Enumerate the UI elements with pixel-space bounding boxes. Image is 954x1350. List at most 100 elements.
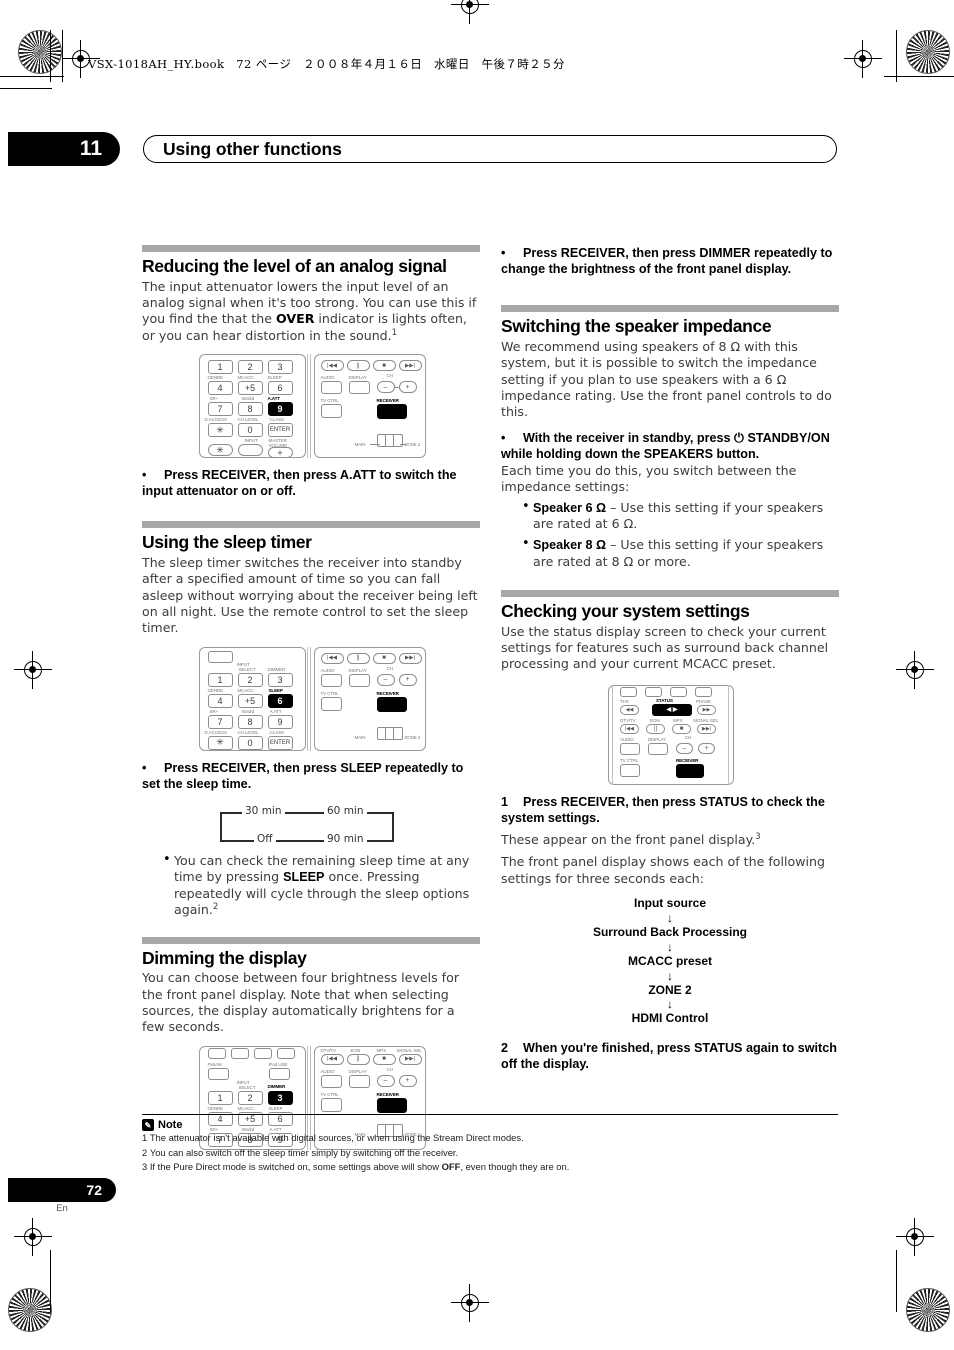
note-icon: ✎ [142,1119,154,1132]
note-heading-text: Note [158,1119,183,1132]
step-2-status: 2 When you're finished, press STATUS agai… [501,1040,839,1072]
cycle-label-off: Off [254,833,276,846]
remote-diagram-a-att: 1 2 3 GENRE MCACC SLEEP 4 +5 6 SR+ Stndr… [198,354,426,459]
section-title-checking: Checking your system settings [501,600,750,621]
crop-mark-tl-h2 [0,88,52,90]
cycle-label-30min: 30 min [242,805,285,818]
dimmer-key-label: DIMMER [267,1083,286,1089]
checking-body: Use the status display screen to check y… [501,623,829,672]
cycle-label-90min: 90 min [324,833,367,846]
registration-circle-top-left [18,30,62,74]
sleep-key-highlight: 6 [267,693,293,708]
status-key-highlight: ◀ ▶ [652,703,692,716]
section-rule [142,245,480,252]
flow-item-zone2: ZONE 2 [648,982,692,997]
impedance-option-8ohm: Speaker 8 Ω – Use this setting if your s… [522,536,839,570]
instruction-dimmer-text: Press RECEIVER, then press DIMMER repeat… [501,246,833,277]
note-item-1: 1 The attenuator isn't available with di… [142,1131,838,1145]
flow-arrow-1: ↓ [667,910,673,925]
crop-mark-tr-h [884,76,954,78]
instruction-standby: • With the receiver in standby, press ⏻ S… [501,430,830,461]
flow-item-input-source: Input source [633,896,706,911]
note-2-text: You can also switch off the sleep timer … [149,1146,459,1158]
sleep-key-label: SLEEP [268,687,283,693]
sleep-key-mention: SLEEP [283,870,325,885]
a-att-key-label: A.ATT [267,396,281,402]
section-title-sleep-timer: Using the sleep timer [142,532,312,553]
section-rule-dimming [142,936,480,944]
instruction-standby-a: With the receiver in standby, press [523,430,735,445]
left-column: Reducing the level of an analog signal T… [142,245,480,1156]
cycle-label-60min: 60 min [324,805,367,818]
instruction-a-att-text: Press RECEIVER, then press A.ATT to swit… [142,468,457,499]
impedance-options-list: Speaker 6 Ω – Use this setting if your s… [501,499,839,570]
remote-diagram-status: THX STATUS PHASE ◀◀ ◀ ▶ ▶▶ DTV/TV EON MP… [600,684,740,785]
note-block: ✎ Note 1 The attenuator isn't available … [142,1114,838,1174]
registration-target-bottom-left [14,1218,52,1256]
checking-after-a-text: These appear on the front panel display. [501,832,756,848]
impedance-body2: Each time you do this, you switch betwee… [501,462,797,495]
page-number-tab: 72 [8,1178,116,1202]
section-rule-sleep [142,521,480,529]
crop-mark-tl-v [50,30,52,82]
flow-item-surround-back: Surround Back Processing [592,924,748,939]
note-3-text-a: If the Pure Direct mode is switched on, … [149,1160,442,1172]
note-3-bold: OFF [441,1160,461,1172]
registration-target-top-center [451,0,489,24]
section-title-reducing-analog: Reducing the level of an analog signal [142,256,447,276]
section-title-dimming: Dimming the display [142,947,307,968]
section3-body: You can choose between four brightness l… [142,970,459,1035]
status-key-label: STATUS [656,697,673,703]
chapter-number-tab: 11 [8,132,120,166]
registration-circle-bottom-left [8,1288,52,1332]
footnote-ref-2: 2 [212,902,219,913]
crop-mark-tr-v [896,30,898,82]
note-divider [142,1114,838,1116]
section-rule-impedance [501,305,839,313]
note-3-num: 3 [142,1160,148,1172]
checking-after-b: The front panel display shows each of th… [501,854,825,886]
page-language-code: En [56,1203,68,1214]
section-title-impedance: Switching the speaker impedance [501,316,772,337]
registration-target-bottom-center [451,1284,489,1322]
option-8-label: Speaker 8 Ω [533,538,607,553]
registration-circle-bottom-right [906,1288,950,1332]
note-item-2: 2 You can also switch off the sleep time… [142,1146,838,1160]
crop-mark-tl-v2 [62,30,64,82]
instruction-a-att: • Press RECEIVER, then press A.ATT to swi… [142,468,457,499]
note-item-3: 3 If the Pure Direct mode is switched on… [142,1160,838,1174]
section2-body: The sleep timer switches the receiver in… [142,555,478,636]
registration-target-mid-left [14,651,52,689]
instruction-dimmer: • Press RECEIVER, then press DIMMER repea… [501,246,833,277]
status-flow-diagram: Input source ↓ Surround Back Processing … [501,896,839,1026]
instruction-sleep: • Press RECEIVER, then press SLEEP repeat… [142,760,464,791]
note-3-text-b: , even though they are on. [460,1160,570,1172]
impedance-option-6ohm: Speaker 6 Ω – Use this setting if your s… [522,499,839,533]
registration-circle-top-right [906,30,950,74]
flow-item-hdmi-control: HDMI Control [631,1011,709,1026]
print-header-text: VSX-1018AH_HY.book 72 ページ ２００８年４月１６日 水曜日… [88,57,565,71]
crop-mark-br-v [896,1250,898,1312]
step-1-text: Press RECEIVER, then press STATUS to che… [501,794,825,825]
chapter-number: 11 [79,137,102,160]
sleep-tip-list: You can check the remaining sleep time a… [142,852,480,919]
sleep-tip-item: You can check the remaining sleep time a… [163,852,480,919]
chapter-title-text: Using other functions [163,138,342,159]
crop-mark-bl-v [50,1250,52,1312]
step-2-text: When you're finished, press STATUS again… [501,1041,837,1072]
chapter-title: Using other functions [143,135,837,163]
registration-target-bottom-right [896,1218,934,1256]
step-2-number: 2 [501,1041,509,1056]
note-1-num: 1 [142,1132,148,1144]
right-column: • Press RECEIVER, then press DIMMER repea… [501,245,839,1074]
registration-target-top-right [844,40,882,78]
flow-arrow-3: ↓ [667,968,673,983]
note-heading: ✎ Note [142,1119,838,1132]
step-1-number: 1 [501,794,509,809]
checking-after-a: These appear on the front panel display.… [501,832,839,849]
impedance-body: We recommend using speakers of 8 Ω with … [501,338,832,420]
note-2-num: 2 [142,1146,148,1158]
flow-arrow-2: ↓ [667,939,673,954]
registration-target-mid-right [896,651,934,689]
flow-item-mcacc-preset: MCACC preset [627,953,712,968]
